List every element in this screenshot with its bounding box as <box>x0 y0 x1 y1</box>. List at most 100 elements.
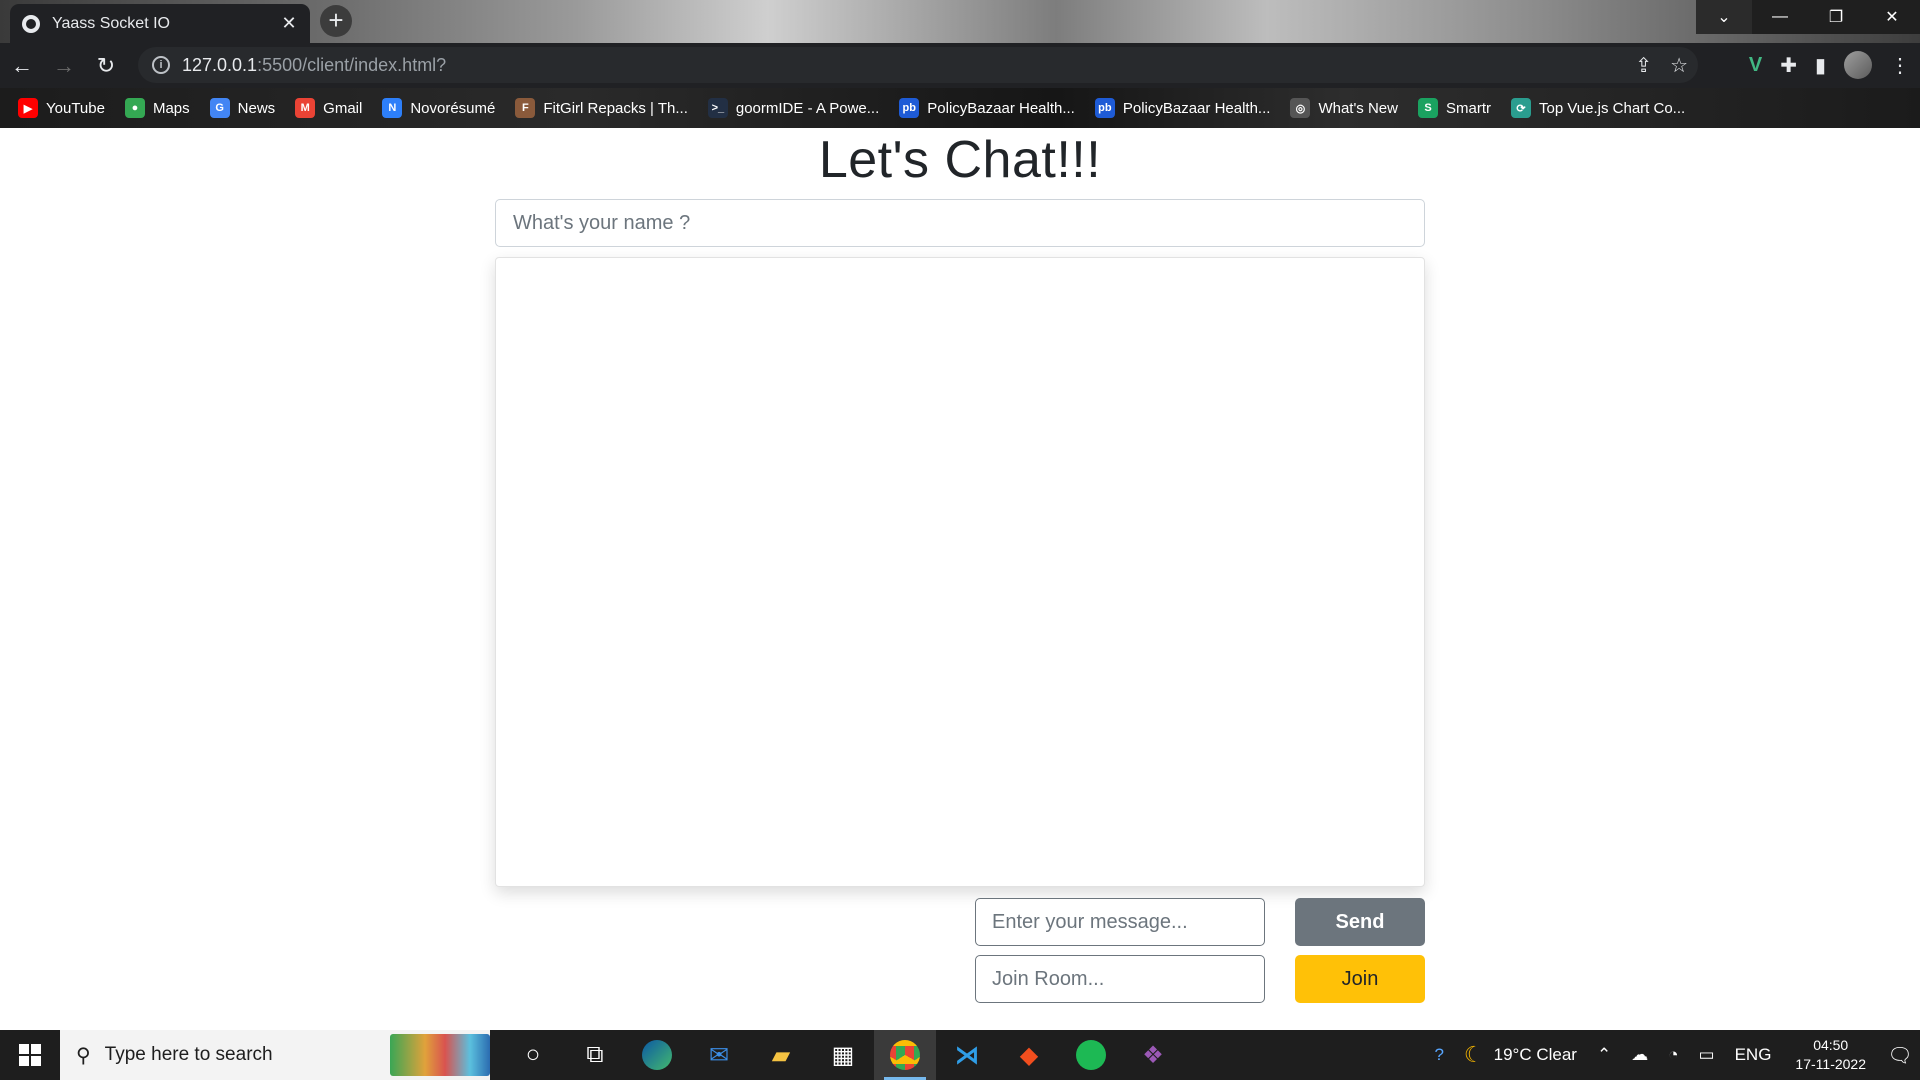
reload-icon[interactable]: ↻ <box>86 46 126 86</box>
page-content: Let's Chat!!! What's your name ? Enter y… <box>0 128 1920 1030</box>
gmail-icon: M <box>295 98 316 118</box>
bookmark-label: Novorésumé <box>410 99 496 117</box>
forward-arrow-icon[interactable]: → <box>44 46 84 86</box>
bookmark-item[interactable]: ⟳ Top Vue.js Chart Co... <box>1511 98 1685 118</box>
search-placeholder: Type here to search <box>104 1044 273 1065</box>
share-icon[interactable]: ⇪ <box>1635 53 1652 78</box>
language-indicator[interactable]: ENG <box>1735 1045 1772 1065</box>
smartr-icon: S <box>1418 98 1438 118</box>
gitkraken-icon[interactable]: ❖ <box>1122 1030 1184 1080</box>
help-icon[interactable]: ? <box>1434 1045 1443 1065</box>
message-input[interactable]: Enter your message... <box>975 898 1265 946</box>
new-tab-button[interactable]: + <box>320 5 352 37</box>
cortana-icon[interactable]: ○ <box>502 1030 564 1080</box>
weather-widget[interactable]: ☾ 19°C Clear <box>1464 1042 1577 1068</box>
goorm-icon: >_ <box>707 98 728 118</box>
extensions-puzzle-icon[interactable]: ✚ <box>1780 53 1797 78</box>
search-icon: ⚲ <box>76 1044 91 1067</box>
address-bar[interactable]: i 127.0.0.1 :5500/client/index.html? ⇪ ☆ <box>138 47 1698 83</box>
maps-icon: ● <box>124 98 145 118</box>
whatsnew-icon: ◎ <box>1290 98 1311 118</box>
system-tray: ? ☾ 19°C Clear ⌃ ☁ ◔ ▭ ENG 04:50 17-11-2… <box>1424 1030 1920 1080</box>
bookmark-label: What's New <box>1318 99 1398 117</box>
browser-tabstrip: Yaass Socket IO ✕ + ⌄ — ❐ ✕ <box>0 0 1920 43</box>
spotify-icon[interactable] <box>1060 1030 1122 1080</box>
bookmark-item[interactable]: G News <box>209 98 276 118</box>
bookmark-item[interactable]: >_ goormIDE - A Powe... <box>707 98 880 118</box>
bookmark-item[interactable]: S Smartr <box>1418 98 1491 118</box>
task-view-icon[interactable]: ⧉ <box>564 1030 626 1080</box>
restore-button[interactable]: ❐ <box>1808 0 1864 34</box>
windows-taskbar: ⚲ Type here to search ○ ⧉ ✉ ▰ ▦ ⋊ ◆ ❖ ? … <box>0 1030 1920 1080</box>
onedrive-icon[interactable]: ☁ <box>1631 1045 1648 1065</box>
edge-icon[interactable] <box>626 1030 688 1080</box>
bookmark-label: Smartr <box>1446 99 1491 117</box>
bookmark-item[interactable]: pb PolicyBazaar Health... <box>899 98 1075 118</box>
url-host: 127.0.0.1 <box>182 54 258 75</box>
bookmark-label: Maps <box>152 99 190 117</box>
battery-icon[interactable]: ▭ <box>1699 1045 1715 1065</box>
youtube-icon: ▶ <box>18 98 38 118</box>
bookmark-label: PolicyBazaar Health... <box>927 99 1075 117</box>
taskbar-search[interactable]: ⚲ Type here to search <box>60 1030 490 1080</box>
bookmark-label: PolicyBazaar Health... <box>1122 99 1271 117</box>
weather-text: 19°C Clear <box>1493 1045 1577 1064</box>
bookmark-star-icon[interactable]: ☆ <box>1670 53 1688 78</box>
bookmark-item[interactable]: ◎ What's New <box>1290 98 1398 118</box>
join-button[interactable]: Join <box>1295 955 1425 1003</box>
browser-toolbar: ← → ↻ i 127.0.0.1 :5500/client/index.htm… <box>0 43 1920 88</box>
clock[interactable]: 04:50 17-11-2022 <box>1795 1036 1866 1074</box>
room-input[interactable]: Join Room... <box>975 955 1265 1003</box>
browser-tab[interactable]: Yaass Socket IO ✕ <box>10 4 310 43</box>
bookmark-item[interactable]: M Gmail <box>295 98 362 118</box>
clock-time: 04:50 <box>1813 1037 1849 1053</box>
tab-search-icon[interactable]: ⌄ <box>1696 0 1752 34</box>
vscode-icon[interactable]: ⋊ <box>936 1030 998 1080</box>
bookmarks-bar: ▶ YouTube ● Maps G News M Gmail N Novorésumé F FitG… <box>0 88 1920 128</box>
wifi-icon[interactable]: ◔ <box>1668 1045 1678 1065</box>
bookmark-item[interactable]: N Novorésumé <box>382 98 495 118</box>
fitgirl-icon: F <box>515 98 536 118</box>
store-icon[interactable]: ▦ <box>812 1030 874 1080</box>
clock-date: 17-11-2022 <box>1795 1056 1866 1072</box>
vue-chart-icon: ⟳ <box>1511 98 1531 118</box>
start-button[interactable] <box>0 1030 60 1080</box>
send-button[interactable]: Send <box>1295 898 1425 946</box>
chrome-icon[interactable] <box>874 1030 936 1080</box>
page-title: Let's Chat!!! <box>818 131 1102 189</box>
policybazaar-icon: pb <box>899 98 920 118</box>
bookmark-item[interactable]: ▶ YouTube <box>18 98 105 118</box>
menu-kebab-icon[interactable]: ⋮ <box>1890 53 1910 78</box>
chat-messages-box <box>495 257 1425 887</box>
close-tab-icon[interactable]: ✕ <box>280 13 298 34</box>
bookmark-item[interactable]: pb PolicyBazaar Health... <box>1094 98 1271 118</box>
bookmark-label: YouTube <box>46 99 105 117</box>
globe-icon <box>22 14 40 33</box>
novoresume-icon: N <box>382 98 403 118</box>
file-explorer-icon[interactable]: ▰ <box>750 1030 812 1080</box>
bookmark-label: Top Vue.js Chart Co... <box>1539 99 1686 117</box>
vue-devtools-icon[interactable]: V <box>1749 54 1762 77</box>
moon-icon: ☾ <box>1463 1042 1484 1067</box>
bookmark-label: goormIDE - A Powe... <box>735 99 880 117</box>
bookmark-item[interactable]: F FitGirl Repacks | Th... <box>515 98 688 118</box>
search-highlight-art <box>390 1034 490 1076</box>
minimize-button[interactable]: — <box>1752 0 1808 34</box>
mail-icon[interactable]: ✉ <box>688 1030 750 1080</box>
chevron-up-icon[interactable]: ⌃ <box>1597 1045 1611 1065</box>
back-arrow-icon[interactable]: ← <box>2 46 42 86</box>
bookmark-label: FitGirl Repacks | Th... <box>543 99 688 117</box>
news-icon: G <box>209 98 230 118</box>
tab-title: Yaass Socket IO <box>52 14 170 32</box>
policybazaar-icon: pb <box>1094 98 1115 118</box>
bookmark-label: News <box>237 99 276 117</box>
profile-avatar[interactable] <box>1844 51 1872 79</box>
bookmark-item[interactable]: ● Maps <box>124 98 190 118</box>
side-panel-icon[interactable]: ▮ <box>1815 53 1826 78</box>
window-controls: ⌄ — ❐ ✕ <box>1696 0 1920 34</box>
site-info-icon[interactable]: i <box>152 56 170 74</box>
close-window-button[interactable]: ✕ <box>1864 0 1920 34</box>
notification-icon[interactable]: 🗨 <box>1880 1030 1920 1080</box>
figma-icon[interactable]: ◆ <box>998 1030 1060 1080</box>
name-input[interactable]: What's your name ? <box>495 199 1425 247</box>
